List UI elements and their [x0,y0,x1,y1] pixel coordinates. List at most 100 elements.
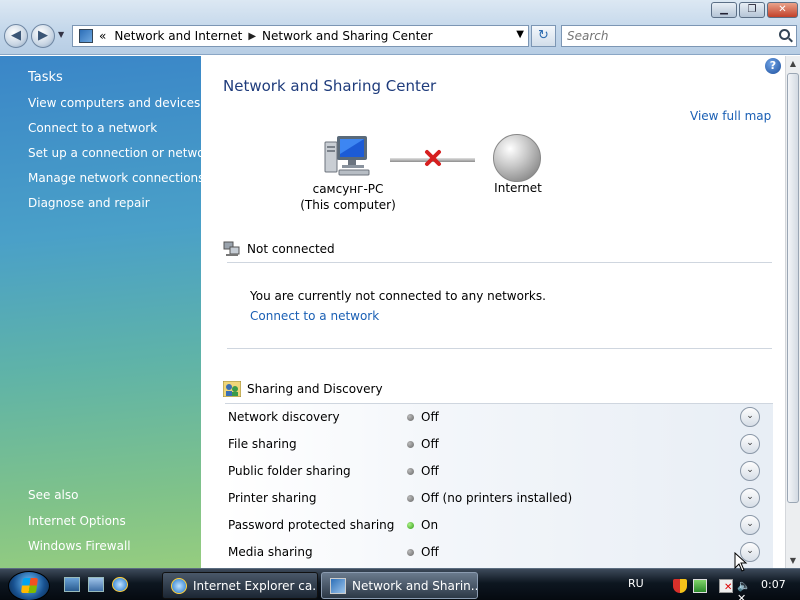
connect-to-network-link[interactable]: Connect to a network [250,309,379,323]
clock[interactable]: 0:07 [761,578,786,591]
computer-label: самсунг-PC (This computer) [293,181,403,213]
not-connected-message: You are currently not connected to any n… [250,289,546,303]
network-computers-icon [223,241,240,256]
search-input[interactable] [567,26,767,46]
network-disconnected-icon[interactable] [719,579,733,593]
task-connect-to-network[interactable]: Connect to a network [28,121,157,135]
connection-status-label: Not connected [247,242,335,256]
language-indicator[interactable]: RU [628,577,644,590]
status-off-icon [407,495,414,502]
task-manage-connections[interactable]: Manage network connections [28,171,204,185]
control-panel-icon [330,577,346,594]
breadcrumb-network-and-internet[interactable]: Network and Internet [114,29,242,43]
search-box[interactable] [561,25,797,47]
setting-value: On [421,518,439,532]
status-off-icon [407,441,414,448]
search-icon[interactable] [779,29,790,40]
chevron-down-icon[interactable]: ⌄ [740,461,760,481]
back-button[interactable]: ◀ [4,24,28,48]
task-pane: Tasks View computers and devices Connect… [0,56,216,568]
forward-button[interactable]: ▶ [31,24,55,48]
start-button[interactable] [8,571,50,600]
task-setup-connection[interactable]: Set up a connection or network [28,146,216,160]
chevron-down-icon[interactable]: ⌄ [740,407,760,427]
sharing-row-printer: Printer sharing Off (no printers install… [225,485,773,512]
internet-globe-icon[interactable] [493,134,541,182]
status-on-icon [407,522,414,529]
see-also-windows-firewall[interactable]: Windows Firewall [28,539,131,553]
switch-windows-icon[interactable] [88,577,104,592]
setting-value: Off [421,545,439,559]
taskbar-item-label: Internet Explorer ca... [193,578,318,593]
windows-logo-icon [20,578,39,593]
setting-value: Off (no printers installed) [421,491,573,505]
sharing-settings-table: Network discovery Off ⌄ File sharing Off… [225,403,773,568]
setting-name: File sharing [228,437,297,451]
task-diagnose-repair[interactable]: Diagnose and repair [28,196,150,210]
address-bar[interactable]: « Network and Internet ▶ Network and Sha… [72,25,529,47]
computer-icon[interactable] [323,134,371,178]
show-desktop-icon[interactable] [64,577,80,592]
scroll-up-icon[interactable]: ▲ [786,56,800,71]
sharing-row-password-protected: Password protected sharing On ⌄ [225,512,773,539]
setting-value: Off [421,410,439,424]
refresh-button[interactable]: ↻ [531,25,556,47]
setting-value: Off [421,464,439,478]
sharing-row-public-folder: Public folder sharing Off ⌄ [225,458,773,485]
taskbar-item-label: Network and Sharin... [352,578,478,593]
breadcrumb-separator-icon[interactable]: ▶ [248,31,256,42]
close-button[interactable]: ✕ [767,2,798,18]
sharing-row-file-sharing: File sharing Off ⌄ [225,431,773,458]
setting-value: Off [421,437,439,451]
title-and-address-bar: ▁ ❐ ✕ ◀ ▶ ▼ « Network and Internet ▶ Net… [0,0,800,55]
status-off-icon [407,468,414,475]
sharing-discovery-header: Sharing and Discovery [223,381,383,397]
page-title: Network and Sharing Center [223,77,437,95]
breadcrumb-overflow-icon[interactable]: « [99,29,106,43]
taskbar: Internet Explorer ca... Network and Shar… [0,568,800,600]
internet-explorer-icon[interactable] [112,577,128,592]
sharing-discovery-label: Sharing and Discovery [247,382,383,396]
setting-name: Media sharing [228,545,313,559]
see-also-heading: See also [28,488,79,502]
status-off-icon [407,549,414,556]
disconnected-x-icon[interactable] [423,148,443,168]
computer-name: самсунг-PC [312,182,384,196]
chevron-down-icon[interactable]: ⌄ [740,515,760,535]
maximize-button[interactable]: ❐ [739,2,765,18]
tray-app-icon[interactable] [693,579,707,593]
volume-muted-icon[interactable]: 🔈✕ [737,579,751,600]
internet-label: Internet [494,181,542,195]
connection-status-header: Not connected [223,241,335,257]
view-full-map-link[interactable]: View full map [690,109,771,123]
see-also-internet-options[interactable]: Internet Options [28,514,126,528]
address-dropdown-icon[interactable]: ▼ [516,29,524,40]
control-panel-icon [79,29,93,43]
tasks-heading: Tasks [28,70,63,85]
scroll-down-icon[interactable]: ▼ [786,553,800,568]
divider [227,262,772,263]
divider [227,348,772,349]
sharing-row-media: Media sharing Off ⌄ [225,539,773,566]
task-view-computers[interactable]: View computers and devices [28,96,200,110]
minimize-button[interactable]: ▁ [711,2,737,18]
setting-name: Network discovery [228,410,340,424]
vertical-scrollbar[interactable]: ▲ ▼ [785,56,800,568]
setting-name: Printer sharing [228,491,317,505]
system-tray: 🔈✕ 0:07 [667,572,800,600]
taskbar-item-internet-explorer[interactable]: Internet Explorer ca... [162,572,318,599]
help-icon[interactable]: ? [765,58,781,74]
sharing-row-network-discovery: Network discovery Off ⌄ [225,404,773,431]
security-shield-icon[interactable] [673,579,687,593]
setting-name: Public folder sharing [228,464,351,478]
scroll-thumb[interactable] [787,73,799,503]
computer-caption: (This computer) [300,198,396,212]
mouse-cursor-icon [734,552,748,572]
chevron-down-icon[interactable]: ⌄ [740,434,760,454]
status-off-icon [407,414,414,421]
main-content: ? Network and Sharing Center View full m… [201,56,785,568]
breadcrumb-network-and-sharing-center[interactable]: Network and Sharing Center [262,29,433,43]
chevron-down-icon[interactable]: ⌄ [740,488,760,508]
taskbar-item-network-sharing[interactable]: Network and Sharin... [321,572,478,599]
recent-pages-dropdown[interactable]: ▼ [58,30,68,42]
